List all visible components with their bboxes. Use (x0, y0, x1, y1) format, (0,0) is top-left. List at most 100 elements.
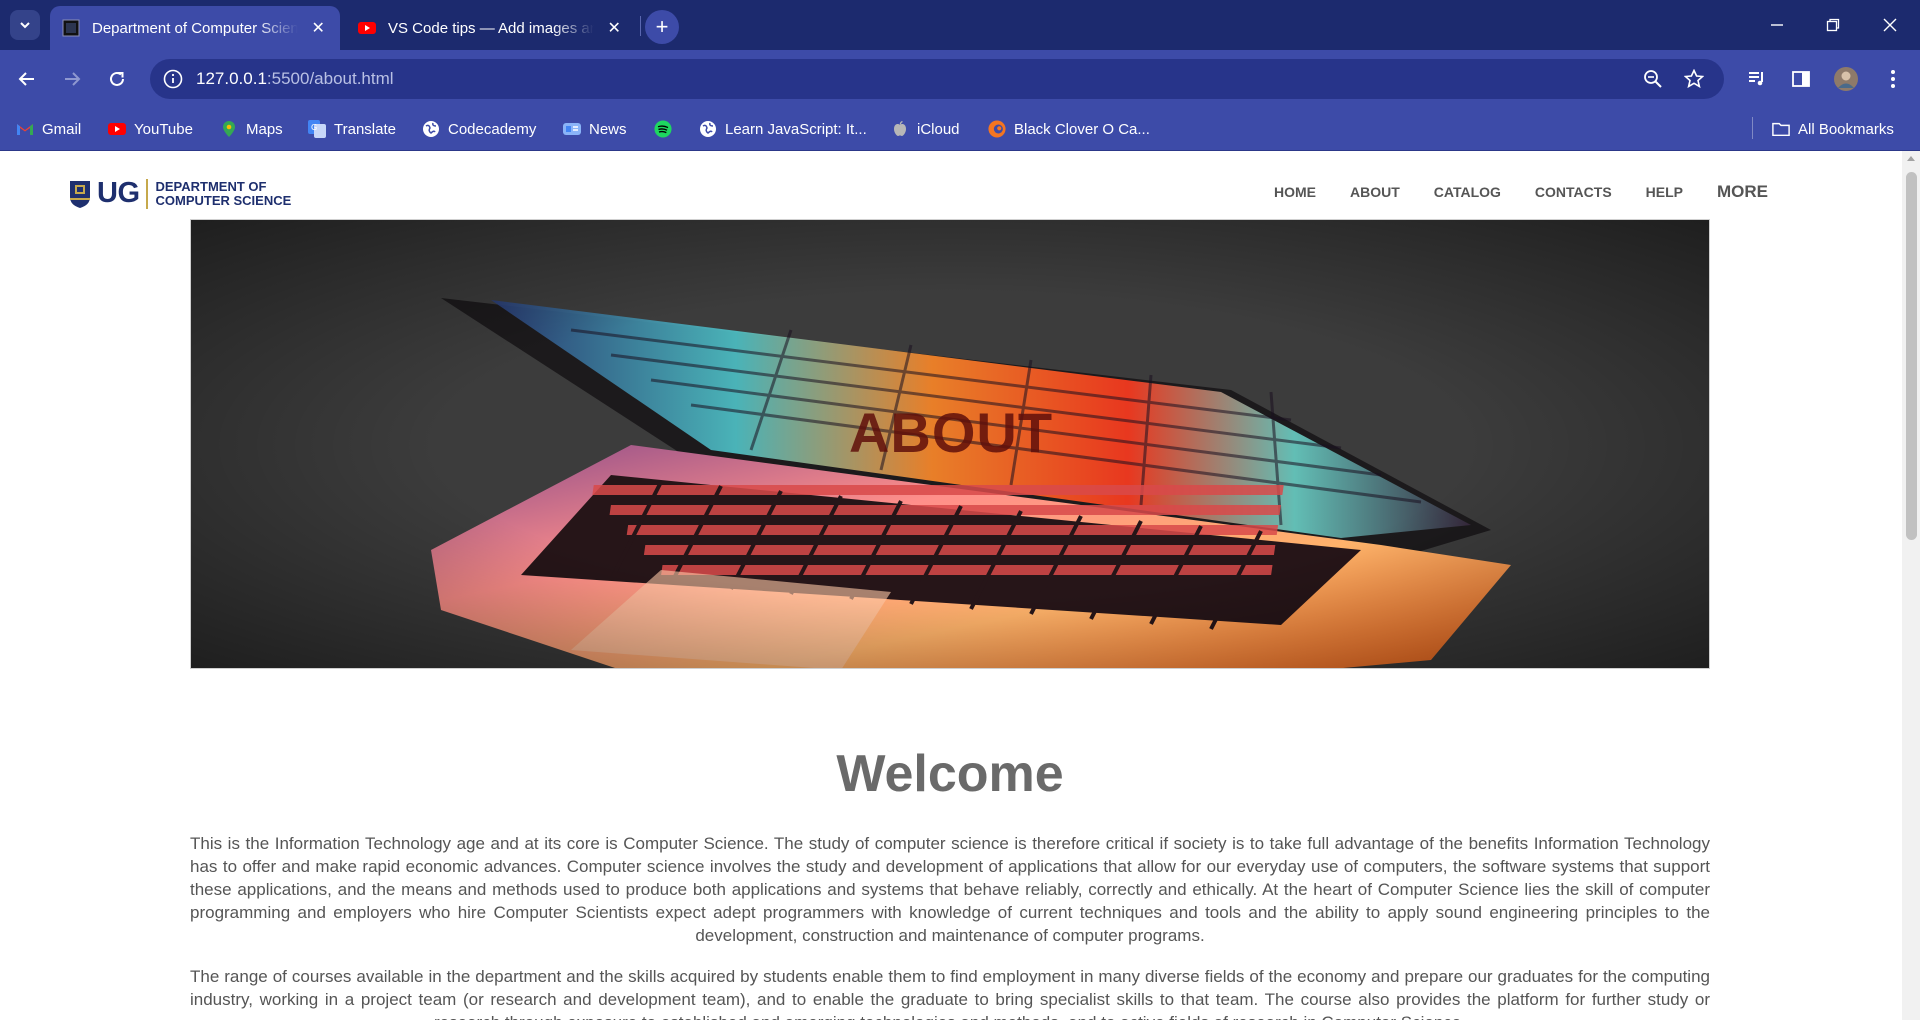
menu-button[interactable] (1876, 62, 1910, 96)
all-bookmarks-label: All Bookmarks (1798, 120, 1894, 138)
tab-vscode-tips[interactable]: VS Code tips — Add images and videos ✕ (346, 6, 636, 50)
page-viewport: UG DEPARTMENT OF COMPUTER SCIENCE HOME A… (0, 151, 1902, 1020)
bookmark-star-button[interactable] (1682, 67, 1706, 91)
bookmark-spotify[interactable] (654, 117, 680, 141)
tab-search-button[interactable] (10, 10, 40, 40)
nav-contacts[interactable]: CONTACTS (1535, 184, 1612, 200)
bookmark-learn-javascript[interactable]: Learn JavaScript: It... (699, 117, 867, 141)
bookmark-codecademy[interactable]: Codecademy (422, 117, 536, 141)
logo-department: DEPARTMENT OF COMPUTER SCIENCE (155, 178, 292, 208)
tab-separator (640, 16, 641, 36)
side-panel-button[interactable] (1784, 62, 1818, 96)
url-text[interactable]: 127.0.0.1:5500/about.html (196, 69, 394, 89)
site-logo[interactable]: UG DEPARTMENT OF COMPUTER SCIENCE (68, 177, 291, 210)
youtube-icon (108, 120, 126, 138)
intro-paragraph: This is the Information Technology age a… (190, 834, 1710, 945)
side-panel-icon (1792, 71, 1810, 87)
spotify-icon (654, 120, 672, 138)
kebab-menu-icon (1891, 70, 1895, 88)
bookmark-label: iCloud (917, 120, 960, 138)
bookmark-label: Translate (334, 120, 396, 138)
reload-icon (110, 71, 124, 86)
bookmark-maps[interactable]: Maps (220, 117, 283, 141)
crunchyroll-icon (988, 120, 1006, 138)
nav-help[interactable]: HELP (1646, 184, 1683, 200)
arrow-right-icon (65, 72, 81, 86)
bookmark-label: Codecademy (448, 120, 537, 138)
globe-icon (422, 120, 440, 138)
nav-more[interactable]: MORE (1717, 182, 1768, 202)
bookmark-label: Black Clover O Ca... (1014, 120, 1150, 138)
forward-button[interactable] (55, 62, 89, 96)
tab-title: Department of Computer Science (92, 19, 299, 37)
bookmark-label: Maps (246, 120, 283, 138)
arrow-left-icon (18, 72, 34, 86)
logo-ug-text: UG (97, 177, 140, 209)
gmail-icon (16, 120, 34, 138)
close-tab-icon[interactable]: ✕ (604, 18, 624, 38)
nav-home[interactable]: HOME (1274, 184, 1316, 200)
bookmark-label: YouTube (134, 120, 193, 138)
plus-icon: + (655, 14, 669, 39)
minimize-button[interactable] (1760, 8, 1794, 42)
svg-text:G: G (311, 123, 317, 132)
avatar (1834, 67, 1858, 91)
star-icon (1684, 69, 1704, 89)
all-bookmarks-button[interactable]: All Bookmarks (1772, 117, 1894, 141)
bookmarks-divider (1752, 117, 1753, 139)
nav-about[interactable]: ABOUT (1350, 184, 1400, 200)
bookmark-youtube[interactable]: YouTube (108, 117, 193, 141)
media-queue-icon (1749, 72, 1763, 86)
close-tab-icon[interactable]: ✕ (308, 18, 328, 38)
address-bar[interactable]: 127.0.0.1:5500/about.html (150, 59, 1724, 99)
bookmark-news[interactable]: News (563, 117, 627, 141)
hero-banner: ABOUT (190, 219, 1710, 669)
bookmark-translate[interactable]: G Translate (308, 117, 396, 141)
university-crest-icon (70, 180, 90, 208)
bookmark-black-clover[interactable]: Black Clover O Ca... (988, 117, 1150, 141)
restore-icon (1826, 18, 1840, 32)
globe-icon (699, 120, 717, 138)
nav-catalog[interactable]: CATALOG (1434, 184, 1501, 200)
browser-toolbar: 127.0.0.1:5500/about.html (0, 50, 1920, 108)
site-favicon-icon (62, 19, 80, 37)
url-path: :5500/about.html (266, 69, 394, 88)
bookmark-label: Gmail (42, 120, 82, 138)
site-nav: HOME ABOUT CATALOG CONTACTS HELP MORE (1240, 177, 1768, 207)
tab-title: VS Code tips — Add images and videos (388, 19, 595, 37)
logo-dept-line1: DEPARTMENT OF (155, 178, 267, 194)
hero-title: ABOUT (848, 401, 1054, 464)
logo-divider (145, 178, 148, 209)
site-header: UG DEPARTMENT OF COMPUTER SCIENCE HOME A… (68, 177, 1768, 217)
minimize-icon (1771, 24, 1783, 26)
bookmark-label: Learn JavaScript: It... (725, 120, 867, 138)
translate-icon: G (308, 120, 326, 138)
url-host: 127.0.0.1 (196, 69, 267, 88)
maps-icon (220, 120, 238, 138)
zoom-button[interactable] (1641, 67, 1665, 91)
bookmark-gmail[interactable]: Gmail (16, 117, 81, 141)
news-icon (563, 120, 581, 138)
scroll-up-arrow-icon[interactable] (1907, 156, 1915, 161)
profile-button[interactable] (1829, 62, 1863, 96)
welcome-heading: Welcome (836, 745, 1064, 803)
page-scrollbar[interactable] (1902, 151, 1920, 1020)
close-icon (1883, 18, 1897, 32)
folder-icon (1772, 120, 1790, 138)
tab-department[interactable]: Department of Computer Science ✕ (50, 6, 340, 50)
youtube-icon (358, 22, 376, 34)
media-control-button[interactable] (1740, 62, 1774, 96)
back-button[interactable] (10, 62, 44, 96)
close-window-button[interactable] (1873, 8, 1907, 42)
tab-strip: Department of Computer Science ✕ VS Code… (0, 0, 1920, 50)
courses-paragraph: The range of courses available in the de… (190, 967, 1710, 1020)
scroll-thumb[interactable] (1906, 172, 1917, 540)
site-info-icon[interactable] (162, 68, 184, 90)
reload-button[interactable] (100, 62, 134, 96)
new-tab-button[interactable]: + (645, 10, 679, 44)
apple-icon (891, 120, 909, 138)
bookmark-icloud[interactable]: iCloud (891, 117, 960, 141)
restore-button[interactable] (1816, 8, 1850, 42)
chevron-down-icon (20, 22, 30, 29)
logo-dept-line2: COMPUTER SCIENCE (155, 192, 292, 208)
